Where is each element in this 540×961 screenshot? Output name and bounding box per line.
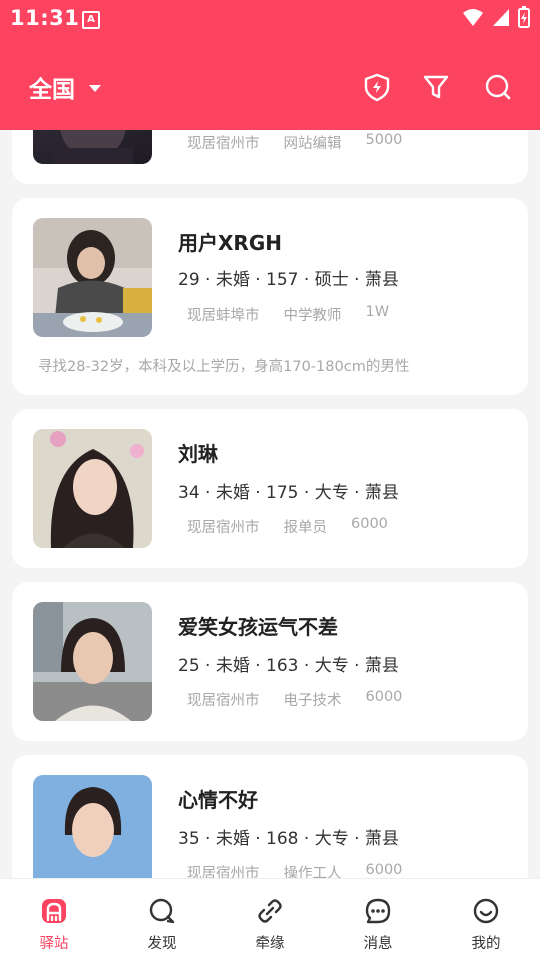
wifi-icon [463,9,483,26]
link-icon [258,899,282,923]
tab-link[interactable]: 牵缘 [216,879,324,961]
tag-occupation: 操作工人 [283,866,342,878]
tag-occupation: 电子技术 [283,693,342,709]
search-button[interactable] [483,72,513,102]
tag-residence: 现居宿州市 [187,866,260,878]
profile-feed[interactable]: 现居宿州市 网站编辑 5000 用户XRGH 29 · 未婚 · 157 · 硕… [0,0,540,878]
status-icons [462,6,530,28]
profile-details: 25 · 未婚 · 163 · 大专 · 萧县 [178,656,399,676]
profile-details: 29 · 未婚 · 157 · 硕士 · 萧县 [178,270,399,290]
profile-photo [33,429,152,548]
tab-label: 消息 [363,936,393,952]
tag-residence: 现居蚌埠市 [187,308,260,324]
status-time: 11:31 [10,6,80,30]
profile-card[interactable]: 心情不好 35 · 未婚 · 168 · 大专 · 萧县 现居宿州市 操作工人 … [12,755,528,878]
tag-occupation: 网站编辑 [283,136,342,152]
verify-shield-button[interactable] [362,72,392,102]
tab-discover[interactable]: 发现 [108,879,216,961]
notification-icon: A [82,11,100,29]
profile-name: 心情不好 [178,788,258,812]
app-header: 11:31 A 全国 [0,0,540,130]
profile-card[interactable]: 用户XRGH 29 · 未婚 · 157 · 硕士 · 萧县 现居蚌埠市 中学教… [12,198,528,395]
tag-income: 5000 [365,132,403,148]
profile-details: 34 · 未婚 · 175 · 大专 · 萧县 [178,483,399,503]
profile-description: 寻找28-32岁，本科及以上学历，身高170-180cm的男性 [38,359,410,375]
tab-station[interactable]: 驿站 [0,879,108,961]
profile-name: 用户XRGH [178,231,282,255]
battery-icon [518,6,530,28]
location-selector[interactable]: 全国 [29,70,101,104]
profile-tags: 现居宿州市 电子技术 6000 [178,689,417,710]
profile-photo [33,218,152,337]
profile-tags: 现居宿州市 报单员 6000 [178,516,403,537]
profile-photo [33,602,152,721]
profile-icon [473,898,499,924]
tag-occupation: 中学教师 [283,308,342,324]
search-icon [485,74,511,100]
profile-name: 爱笑女孩运气不差 [178,615,338,639]
tag-residence: 现居宿州市 [187,520,260,536]
profile-card[interactable]: 刘琳 34 · 未婚 · 175 · 大专 · 萧县 现居宿州市 报单员 600… [12,409,528,568]
tag-income: 6000 [351,516,388,532]
filter-icon [423,75,449,99]
filter-button[interactable] [421,72,451,102]
tag-income: 1W [365,304,390,320]
location-label: 全国 [29,77,75,103]
profile-details: 35 · 未婚 · 168 · 大专 · 萧县 [178,829,399,849]
profile-photo [33,775,152,878]
tab-label: 驿站 [39,936,69,952]
profile-tags: 现居宿州市 操作工人 6000 [178,862,417,878]
discover-icon [149,898,175,924]
top-bar: 全国 [0,58,540,118]
signal-icon [493,9,509,26]
tab-label: 我的 [471,936,501,952]
profile-card[interactable]: 爱笑女孩运气不差 25 · 未婚 · 163 · 大专 · 萧县 现居宿州市 电… [12,582,528,741]
tag-residence: 现居宿州市 [187,136,260,152]
tag-income: 6000 [365,689,403,705]
tab-label: 牵缘 [255,936,285,952]
station-icon [42,899,66,923]
profile-name: 刘琳 [178,442,218,466]
status-bar: 11:31 A [0,0,540,38]
bottom-tab-bar: 驿站 发现 牵缘 消息 我的 [0,878,540,961]
profile-tags: 现居宿州市 网站编辑 5000 [178,132,417,153]
tab-profile[interactable]: 我的 [432,879,540,961]
message-icon [365,898,391,924]
chevron-down-icon [89,84,101,92]
tag-residence: 现居宿州市 [187,693,260,709]
shield-icon [364,73,390,102]
tab-label: 发现 [147,936,177,952]
tag-income: 6000 [365,862,403,878]
tab-messages[interactable]: 消息 [324,879,432,961]
tag-occupation: 报单员 [283,520,328,536]
profile-tags: 现居蚌埠市 中学教师 1W [178,304,404,325]
